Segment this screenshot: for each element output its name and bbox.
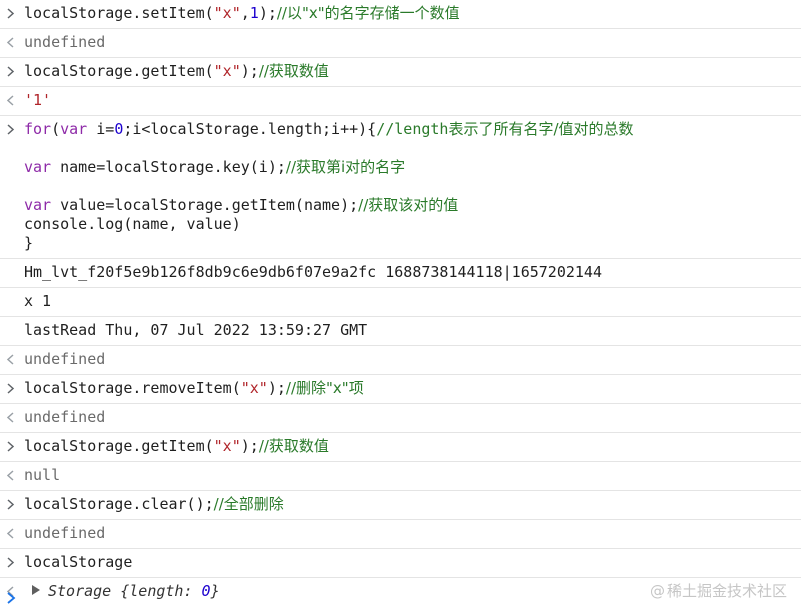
code-token: i= — [87, 120, 115, 138]
code-token: value=localStorage.getItem(name); — [51, 196, 359, 214]
code-token: var — [24, 196, 52, 214]
input-chevron-icon — [6, 496, 18, 514]
result-value: undefined — [24, 33, 106, 51]
code-line: for(var i=0;i<localStorage.length;i++){/… — [24, 120, 801, 139]
code-token: localStorage.clear(); — [24, 495, 214, 513]
result-chevron-icon — [6, 467, 18, 485]
code-token: localStorage — [24, 553, 133, 571]
console-log-entry: lastRead Thu, 07 Jul 2022 13:59:27 GMT — [0, 317, 801, 346]
code-token: ( — [51, 120, 61, 138]
result-value: undefined — [24, 350, 106, 368]
code-token: for — [24, 120, 52, 138]
code-token: //全部删除 — [213, 495, 284, 513]
code-token: ;i<localStorage.length;i++){ — [123, 120, 377, 138]
code-token: ); — [258, 4, 277, 22]
console-input-entry: localStorage.clear();//全部删除 — [0, 491, 801, 520]
log-message: Hm_lvt_f20f5e9b126f8db9c6e9db6f07e9a2fc … — [24, 263, 602, 281]
code-token: //length — [376, 120, 449, 138]
code-token: localStorage.removeItem( — [24, 379, 241, 397]
code-line: localStorage.clear();//全部删除 — [24, 495, 801, 514]
input-chevron-icon — [6, 554, 18, 572]
code-token: var — [60, 120, 88, 138]
code-token: 表示了所有名字/值对的总数 — [448, 120, 634, 138]
console-log-entry: Hm_lvt_f20f5e9b126f8db9c6e9db6f07e9a2fc … — [0, 259, 801, 288]
watermark-at: @ — [649, 582, 665, 600]
result-chevron-icon — [6, 92, 18, 110]
log-message: x 1 — [24, 292, 52, 310]
console-result-entry: undefined — [0, 404, 801, 433]
code-line: localStorage.getItem("x");//获取数值 — [24, 437, 801, 456]
console-input-entry: localStorage.setItem("x",1);//以"x"的名字存储一… — [0, 0, 801, 29]
code-line: localStorage.setItem("x",1);//以"x"的名字存储一… — [24, 4, 801, 23]
code-token: console.log(name, value) — [24, 215, 241, 233]
input-chevron-icon — [6, 63, 18, 81]
code-line: var name=localStorage.key(i);//获取第i对的名字 — [24, 158, 801, 177]
code-line: ​ — [24, 139, 801, 158]
result-chevron-icon — [6, 409, 18, 427]
console-result-entry: null — [0, 462, 801, 491]
console-input-entry: localStorage.getItem("x");//获取数值 — [0, 58, 801, 87]
code-token: localStorage.setItem( — [24, 4, 214, 22]
code-token: localStorage.getItem( — [24, 437, 214, 455]
watermark: @ 稀土掘金技术社区 — [650, 580, 787, 601]
console-input-entry: for(var i=0;i<localStorage.length;i++){/… — [0, 116, 801, 259]
result-chevron-icon — [6, 351, 18, 369]
input-chevron-icon — [6, 121, 18, 139]
code-token: 0 — [114, 120, 124, 138]
code-token: //获取数值 — [258, 437, 329, 455]
code-token: localStorage.getItem( — [24, 62, 214, 80]
result-value: undefined — [24, 408, 106, 426]
code-token: name=localStorage.key(i); — [51, 158, 286, 176]
code-line: localStorage.getItem("x");//获取数值 — [24, 62, 801, 81]
code-token: "x" — [213, 4, 241, 22]
result-chevron-icon — [6, 525, 18, 543]
result-value: null — [24, 466, 61, 484]
code-line: console.log(name, value) — [24, 215, 801, 234]
console-log-entry: x 1 — [0, 288, 801, 317]
code-token: "x" — [213, 437, 241, 455]
code-token: , — [240, 4, 250, 22]
console-input-entry: localStorage.getItem("x");//获取数值 — [0, 433, 801, 462]
input-prompt-icon — [6, 591, 16, 609]
input-chevron-icon — [6, 5, 18, 23]
input-chevron-icon — [6, 438, 18, 456]
console-result-entry: '1' — [0, 87, 801, 116]
code-token: ); — [240, 437, 259, 455]
code-token: //获取第i对的名字 — [285, 158, 406, 176]
result-chevron-icon — [6, 34, 18, 52]
code-line: localStorage.removeItem("x");//删除"x"项 — [24, 379, 801, 398]
code-token: "x" — [213, 62, 241, 80]
code-line: localStorage — [24, 553, 801, 572]
code-token: 1 — [249, 4, 259, 22]
code-token: } — [24, 234, 34, 252]
code-token: "x" — [240, 379, 268, 397]
console-result-entry: undefined — [0, 346, 801, 375]
code-line: ​ — [24, 177, 801, 196]
code-line: var value=localStorage.getItem(name);//获… — [24, 196, 801, 215]
result-value: '1' — [24, 91, 52, 109]
code-token: var — [24, 158, 52, 176]
console-result-entry: undefined — [0, 520, 801, 549]
code-line: } — [24, 234, 801, 253]
code-token: ); — [240, 62, 259, 80]
result-value: undefined — [24, 524, 106, 542]
code-token: //获取该对的值 — [358, 196, 459, 214]
watermark-text: 稀土掘金技术社区 — [666, 582, 787, 600]
console-input-entry: localStorage.removeItem("x");//删除"x"项 — [0, 375, 801, 404]
log-message: lastRead Thu, 07 Jul 2022 13:59:27 GMT — [24, 321, 368, 339]
console-input-entry: localStorage — [0, 549, 801, 578]
code-token: ); — [267, 379, 286, 397]
input-chevron-icon — [6, 380, 18, 398]
code-token: //以"x"的名字存储一个数值 — [276, 4, 460, 22]
code-token: //获取数值 — [258, 62, 329, 80]
console-output: localStorage.setItem("x",1);//以"x"的名字存储一… — [0, 0, 801, 606]
console-result-entry: undefined — [0, 29, 801, 58]
code-token: //删除"x"项 — [285, 379, 364, 397]
